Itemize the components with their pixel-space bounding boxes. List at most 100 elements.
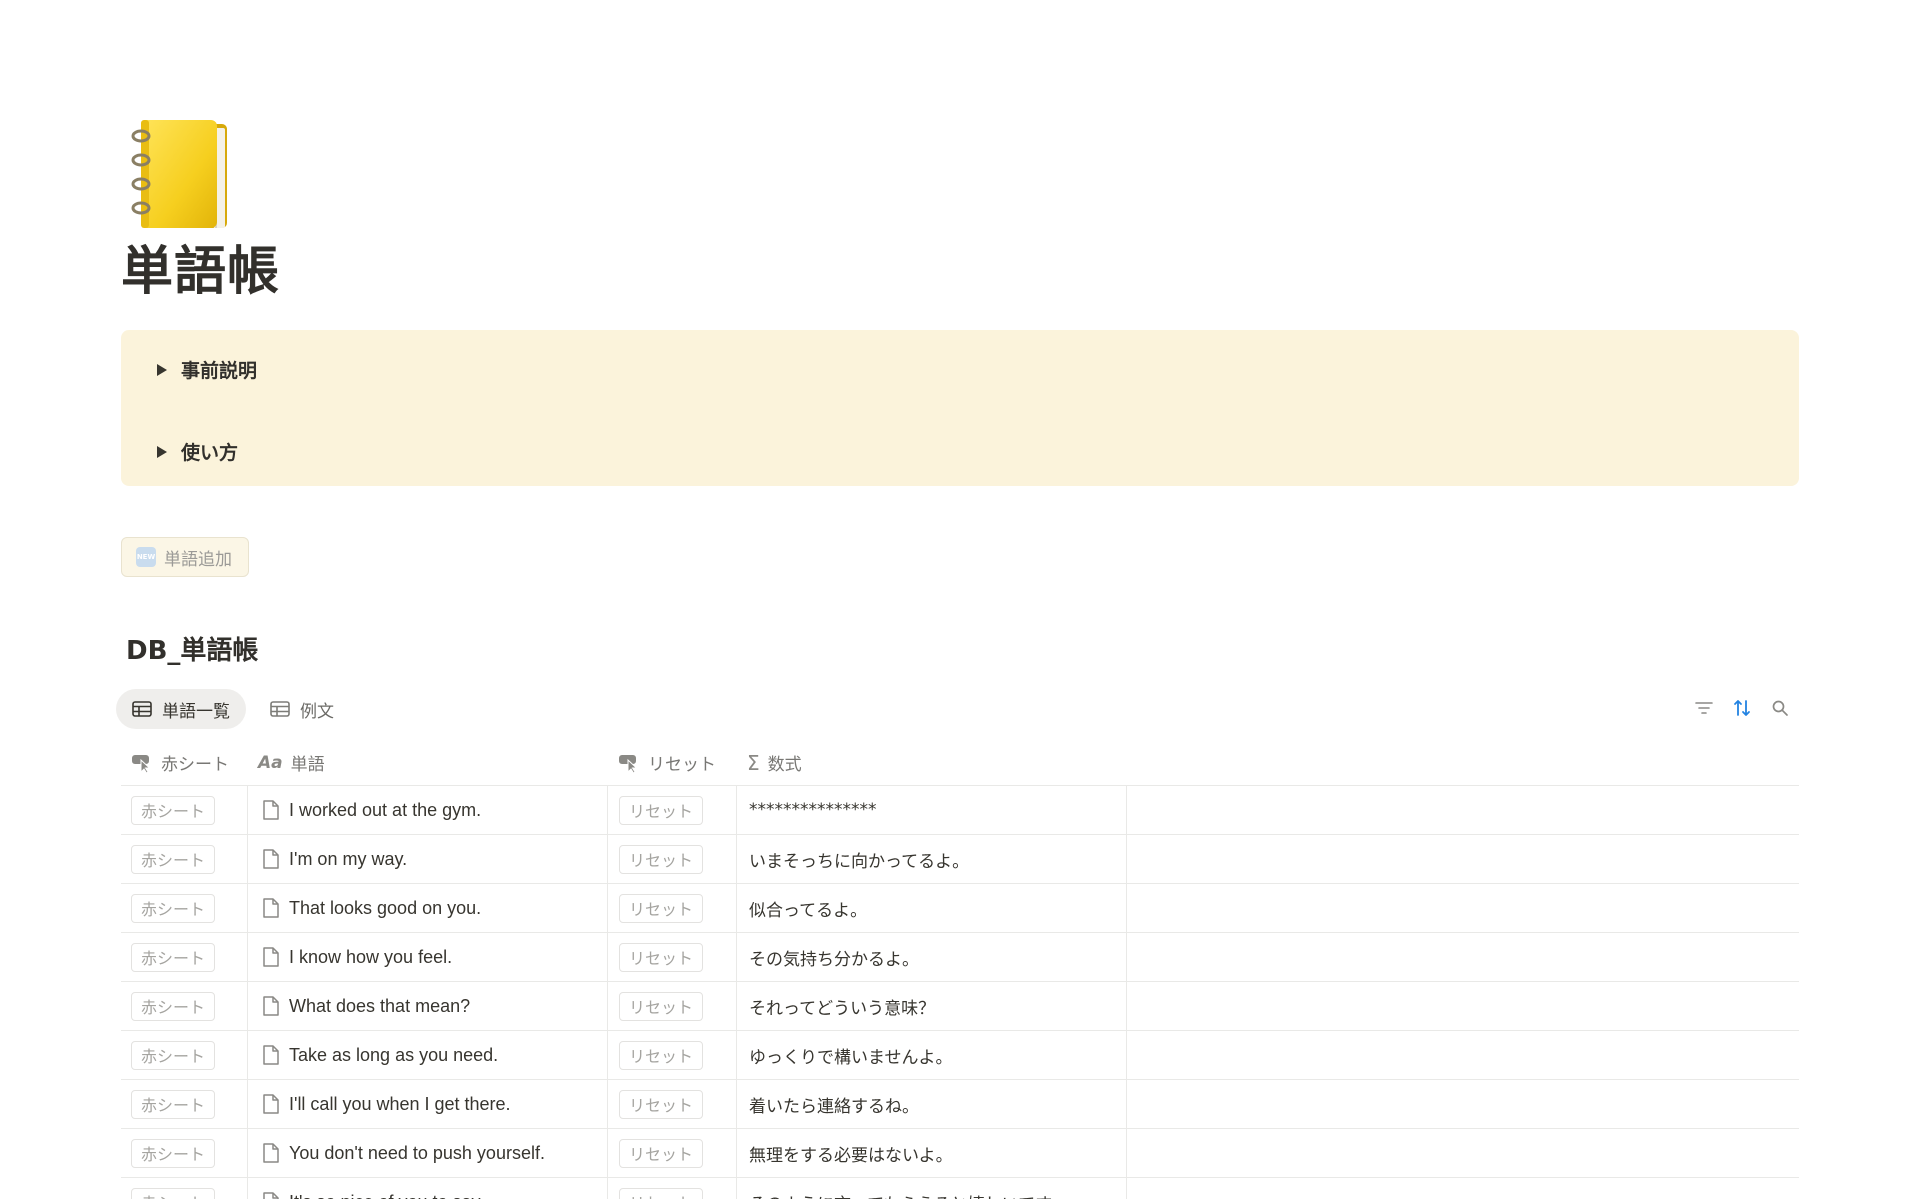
formula-value: 似合ってるよ。: [749, 900, 868, 921]
cell-formula[interactable]: 似合ってるよ。: [737, 884, 1127, 932]
table-row[interactable]: 赤シート I'm on my way. リセット いまそっちに向かってるよ。: [121, 835, 1799, 884]
cell-empty[interactable]: [1127, 884, 1799, 932]
tab-word-list[interactable]: 単語一覧: [116, 689, 246, 729]
word-text[interactable]: You don't need to push yourself.: [289, 1143, 545, 1164]
cell-empty[interactable]: [1127, 786, 1799, 834]
cell-formula[interactable]: その気持ち分かるよ。: [737, 933, 1127, 981]
reset-button[interactable]: リセット: [619, 844, 704, 874]
view-tabs: 単語一覧 例文: [116, 689, 350, 729]
cell-red-sheet: 赤シート: [121, 835, 248, 883]
table-row[interactable]: 赤シート What does that mean? リセット それってどういう意味？: [121, 982, 1799, 1031]
page-icon: [261, 995, 281, 1017]
database-title[interactable]: DB_単語帳: [126, 630, 258, 667]
red-sheet-button[interactable]: 赤シート: [131, 795, 216, 825]
cell-empty[interactable]: [1127, 1031, 1799, 1079]
cell-word[interactable]: I know how you feel.: [248, 933, 608, 981]
red-sheet-button[interactable]: 赤シート: [131, 1187, 216, 1199]
cell-reset: リセット: [608, 1080, 737, 1128]
red-sheet-button[interactable]: 赤シート: [131, 991, 216, 1021]
cell-word[interactable]: I'm on my way.: [248, 835, 608, 883]
cell-word[interactable]: I'll call you when I get there.: [248, 1080, 608, 1128]
word-text[interactable]: I worked out at the gym.: [289, 800, 481, 821]
formula-value: ゆっくりで構いませんよ。: [749, 1047, 953, 1068]
formula-value: そのように言ってもらえると嬉しいです。: [749, 1190, 1068, 1199]
cell-red-sheet: 赤シート: [121, 786, 248, 834]
reset-button[interactable]: リセット: [619, 1138, 704, 1168]
column-header-reset[interactable]: リセット: [608, 740, 737, 785]
reset-button[interactable]: リセット: [619, 795, 704, 825]
cell-formula[interactable]: 無理をする必要はないよ。: [737, 1129, 1127, 1177]
word-text[interactable]: I'm on my way.: [289, 849, 407, 870]
word-text[interactable]: Take as long as you need.: [289, 1045, 498, 1066]
red-sheet-button[interactable]: 赤シート: [131, 893, 216, 923]
word-text[interactable]: What does that mean?: [289, 996, 470, 1017]
table-row[interactable]: 赤シート That looks good on you. リセット 似合ってるよ。: [121, 884, 1799, 933]
cell-word[interactable]: That looks good on you.: [248, 884, 608, 932]
cell-empty[interactable]: [1127, 1080, 1799, 1128]
cell-empty[interactable]: [1127, 835, 1799, 883]
reset-button[interactable]: リセット: [619, 1187, 704, 1199]
reset-button[interactable]: リセット: [619, 893, 704, 923]
cell-red-sheet: 赤シート: [121, 884, 248, 932]
formula-value: いまそっちに向かってるよ。: [749, 851, 970, 872]
table-row[interactable]: 赤シート Take as long as you need. リセット ゆっくりで構い…: [121, 1031, 1799, 1080]
cell-reset: リセット: [608, 933, 737, 981]
reset-button[interactable]: リセット: [619, 1089, 704, 1119]
cell-red-sheet: 赤シート: [121, 933, 248, 981]
table-row[interactable]: 赤シート I worked out at the gym. リセット ********…: [121, 786, 1799, 835]
cell-word[interactable]: What does that mean?: [248, 982, 608, 1030]
reset-button[interactable]: リセット: [619, 991, 704, 1021]
cell-formula[interactable]: ***************: [737, 786, 1127, 834]
reset-button[interactable]: リセット: [619, 942, 704, 972]
word-text[interactable]: I know how you feel.: [289, 947, 452, 968]
cell-formula[interactable]: いまそっちに向かってるよ。: [737, 835, 1127, 883]
spiral-notebook-icon[interactable]: [127, 118, 235, 234]
table-row[interactable]: 赤シート You don't need to push yourself. リセット…: [121, 1129, 1799, 1178]
cell-formula[interactable]: ゆっくりで構いませんよ。: [737, 1031, 1127, 1079]
toggle-how-to-use[interactable]: 使い方: [157, 438, 238, 465]
column-header-word[interactable]: Aa 単語: [248, 740, 608, 785]
table-row[interactable]: 赤シート I'll call you when I get there. リセット 着…: [121, 1080, 1799, 1129]
cell-empty[interactable]: [1127, 1178, 1799, 1199]
table-body: 赤シート I worked out at the gym. リセット ********…: [121, 786, 1799, 1199]
cell-word[interactable]: You don't need to push yourself.: [248, 1129, 608, 1177]
column-header-formula[interactable]: Σ 数式: [737, 740, 1127, 785]
word-text[interactable]: That looks good on you.: [289, 898, 481, 919]
cell-formula[interactable]: そのように言ってもらえると嬉しいです。: [737, 1178, 1127, 1199]
red-sheet-button[interactable]: 赤シート: [131, 1138, 216, 1168]
table-row[interactable]: 赤シート It's so nice of you to say. リセット そのように…: [121, 1178, 1799, 1199]
search-icon[interactable]: [1769, 697, 1791, 719]
word-text[interactable]: I'll call you when I get there.: [289, 1094, 511, 1115]
cell-word[interactable]: I worked out at the gym.: [248, 786, 608, 834]
cell-empty[interactable]: [1127, 982, 1799, 1030]
red-sheet-button[interactable]: 赤シート: [131, 942, 216, 972]
callout: 事前説明 使い方: [121, 330, 1799, 486]
column-header-red-sheet[interactable]: 赤シート: [121, 740, 248, 785]
tab-example-sentences[interactable]: 例文: [254, 689, 350, 729]
cell-reset: リセット: [608, 884, 737, 932]
triangle-right-icon: [157, 445, 167, 458]
cell-formula[interactable]: それってどういう意味？: [737, 982, 1127, 1030]
view-toolbar: [1693, 697, 1791, 719]
reset-button[interactable]: リセット: [619, 1040, 704, 1070]
cell-formula[interactable]: 着いたら連絡するね。: [737, 1080, 1127, 1128]
filter-icon[interactable]: [1693, 697, 1715, 719]
toggle-pre-explanation[interactable]: 事前説明: [157, 356, 257, 383]
red-sheet-button[interactable]: 赤シート: [131, 844, 216, 874]
toggle-label: 使い方: [181, 442, 239, 464]
cell-empty[interactable]: [1127, 933, 1799, 981]
cell-reset: リセット: [608, 1178, 737, 1199]
cell-word[interactable]: Take as long as you need.: [248, 1031, 608, 1079]
red-sheet-button[interactable]: 赤シート: [131, 1040, 216, 1070]
cell-empty[interactable]: [1127, 1129, 1799, 1177]
button-property-icon: [132, 754, 151, 773]
word-text[interactable]: It's so nice of you to say.: [289, 1192, 484, 1199]
add-word-button[interactable]: NEW 単語追加: [121, 537, 249, 577]
cell-word[interactable]: It's so nice of you to say.: [248, 1178, 608, 1199]
page-icon: [261, 946, 281, 968]
tab-label: 単語一覧: [162, 701, 230, 722]
sort-icon[interactable]: [1731, 697, 1753, 719]
table-row[interactable]: 赤シート I know how you feel. リセット その気持ち分かるよ。: [121, 933, 1799, 982]
red-sheet-button[interactable]: 赤シート: [131, 1089, 216, 1119]
page-title: 単語帳: [121, 242, 281, 302]
